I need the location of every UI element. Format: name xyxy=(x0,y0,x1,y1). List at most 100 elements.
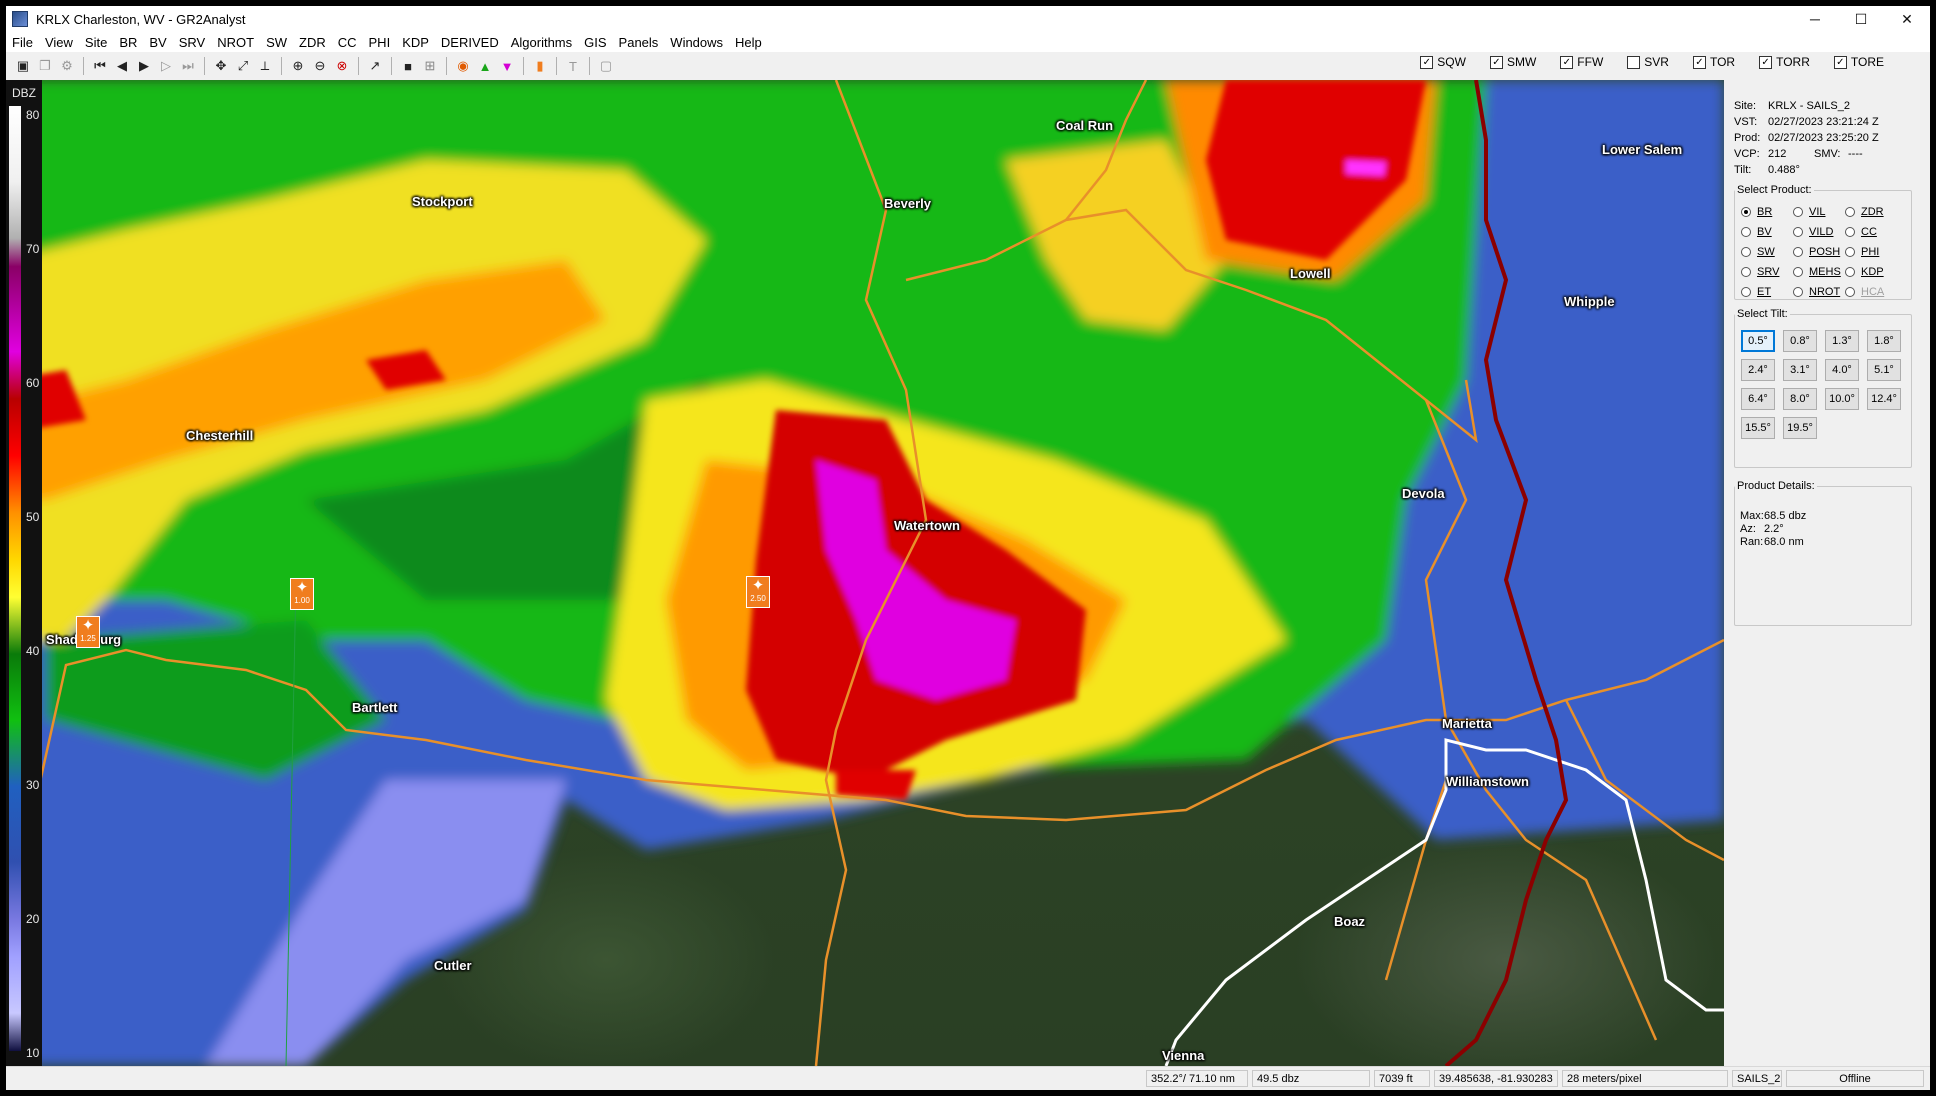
text-icon[interactable]: T xyxy=(564,57,582,75)
toggle-tore[interactable]: ✓ TORE xyxy=(1833,55,1884,69)
radio-srv[interactable]: SRV xyxy=(1741,266,1779,278)
checkbox-icon[interactable]: ✓ xyxy=(1489,55,1503,69)
menu-kdp[interactable]: KDP xyxy=(396,35,435,50)
menu-srv[interactable]: SRV xyxy=(173,35,212,50)
menu-sw[interactable]: SW xyxy=(260,35,293,50)
radio-kdp[interactable]: KDP xyxy=(1845,266,1884,278)
open-file-icon[interactable]: ▣ xyxy=(14,57,32,75)
layers-icon[interactable]: ▢ xyxy=(597,57,615,75)
hail-marker[interactable]: ✦ 1.00 xyxy=(290,578,314,610)
tilt-button[interactable]: 1.3° xyxy=(1825,330,1859,352)
prod-row: Prod: 02/27/2023 23:25:20 Z xyxy=(1734,132,1879,144)
pointer-icon[interactable]: ↗ xyxy=(366,57,384,75)
menu-help[interactable]: Help xyxy=(729,35,768,50)
menu-file[interactable]: File xyxy=(6,35,39,50)
radio-posh[interactable]: POSH xyxy=(1793,246,1840,258)
toggle-torr[interactable]: ✓ TORR xyxy=(1759,55,1810,69)
menu-view[interactable]: View xyxy=(39,35,79,50)
tilt-button[interactable]: 2.4° xyxy=(1741,359,1775,381)
tilt-button[interactable]: 0.8° xyxy=(1783,330,1817,352)
tilt-button[interactable]: 10.0° xyxy=(1825,388,1859,410)
select-tilt-legend: Select Tilt: xyxy=(1737,308,1788,320)
radio-cc[interactable]: CC xyxy=(1845,226,1877,238)
radio-vild[interactable]: VILD xyxy=(1793,226,1833,238)
tilt-button[interactable]: 3.1° xyxy=(1783,359,1817,381)
radio-mehs[interactable]: MEHS xyxy=(1793,266,1841,278)
tornado-icon[interactable]: ▼ xyxy=(498,57,516,75)
cross-section-icon[interactable]: ⟂ xyxy=(256,57,274,75)
tilt-button[interactable]: 4.0° xyxy=(1825,359,1859,381)
warning-toggles: ✓ SQW ✓ SMW ✓ FFW SVR ✓ TOR ✓ TORR ✓ TORE xyxy=(1396,55,1884,69)
skip-back-icon[interactable]: ⏮ xyxy=(91,57,109,75)
radio-dot-icon xyxy=(1741,247,1751,257)
radar-map[interactable]: DBZ 80 70 60 50 40 30 20 10 Coal Run Low… xyxy=(6,80,1724,1066)
zoom-out-icon[interactable]: ⊖ xyxy=(311,57,329,75)
play-icon[interactable]: ▶ xyxy=(135,57,153,75)
checkbox-icon[interactable] xyxy=(1627,55,1641,69)
menu-algorithms[interactable]: Algorithms xyxy=(505,35,578,50)
toggle-smw[interactable]: ✓ SMW xyxy=(1489,55,1536,69)
radio-br[interactable]: BR xyxy=(1741,206,1772,218)
maximize-button[interactable]: ☐ xyxy=(1838,6,1884,32)
grid-icon[interactable]: ⊞ xyxy=(421,57,439,75)
radio-zdr[interactable]: ZDR xyxy=(1845,206,1884,218)
hail-marker[interactable]: ✦ 2.50 xyxy=(746,576,770,608)
hail-marker[interactable]: ✦ 1.25 xyxy=(76,616,100,648)
pan-icon[interactable]: ✥ xyxy=(212,57,230,75)
tilt-button[interactable]: 6.4° xyxy=(1741,388,1775,410)
menu-phi[interactable]: PHI xyxy=(363,35,397,50)
storm-track-icon[interactable]: ◉ xyxy=(454,57,472,75)
ran-row: Ran:68.0 nm xyxy=(1740,536,1804,548)
marker-icon[interactable]: ▮ xyxy=(531,57,549,75)
tilt-button[interactable]: 0.5° xyxy=(1741,330,1775,352)
toggle-svr[interactable]: SVR xyxy=(1627,55,1669,69)
settings-icon[interactable]: ⚙ xyxy=(58,57,76,75)
menu-derived[interactable]: DERIVED xyxy=(435,35,505,50)
skip-forward-icon[interactable]: ⏭ xyxy=(179,57,197,75)
tilt-button[interactable]: 19.5° xyxy=(1783,417,1817,439)
checkbox-icon[interactable]: ✓ xyxy=(1759,55,1773,69)
menu-zdr[interactable]: ZDR xyxy=(293,35,332,50)
checkbox-icon[interactable]: ✓ xyxy=(1692,55,1706,69)
toggle-sqw[interactable]: ✓ SQW xyxy=(1420,55,1466,69)
menu-br[interactable]: BR xyxy=(113,35,143,50)
checkbox-icon[interactable]: ✓ xyxy=(1560,55,1574,69)
tilt-button[interactable]: 12.4° xyxy=(1867,388,1901,410)
status-height: 7039 ft xyxy=(1374,1070,1430,1087)
radio-sw[interactable]: SW xyxy=(1741,246,1775,258)
minimize-button[interactable]: ─ xyxy=(1792,6,1838,32)
checkbox-icon[interactable]: ✓ xyxy=(1420,55,1434,69)
tilt-button[interactable]: 8.0° xyxy=(1783,388,1817,410)
menu-gis[interactable]: GIS xyxy=(578,35,612,50)
menu-bv[interactable]: BV xyxy=(143,35,172,50)
menu-panels[interactable]: Panels xyxy=(613,35,665,50)
stop-icon[interactable]: ■ xyxy=(399,57,417,75)
step-back-icon[interactable]: ◀ xyxy=(113,57,131,75)
menu-site[interactable]: Site xyxy=(79,35,113,50)
copy-icon[interactable]: ❐ xyxy=(36,57,54,75)
menu-cc[interactable]: CC xyxy=(332,35,363,50)
radio-bv[interactable]: BV xyxy=(1741,226,1772,238)
site-label: Site: xyxy=(1734,100,1757,112)
tilt-button[interactable]: 1.8° xyxy=(1867,330,1901,352)
radio-vil[interactable]: VIL xyxy=(1793,206,1826,218)
tilt-button[interactable]: 15.5° xyxy=(1741,417,1775,439)
radio-dot-icon xyxy=(1793,247,1803,257)
colorbar-label: 50 xyxy=(26,510,40,524)
toggle-tor[interactable]: ✓ TOR xyxy=(1692,55,1735,69)
measure-icon[interactable]: ⤢ xyxy=(234,57,252,75)
close-button[interactable]: ✕ xyxy=(1884,6,1930,32)
menu-nrot[interactable]: NROT xyxy=(211,35,260,50)
zoom-reset-icon[interactable]: ⊗ xyxy=(333,57,351,75)
radio-phi[interactable]: PHI xyxy=(1845,246,1879,258)
radio-et[interactable]: ET xyxy=(1741,286,1771,298)
menu-windows[interactable]: Windows xyxy=(664,35,729,50)
window-title: KRLX Charleston, WV - GR2Analyst xyxy=(36,11,246,27)
radio-nrot[interactable]: NROT xyxy=(1793,286,1840,298)
hail-icon[interactable]: ▲ xyxy=(476,57,494,75)
tilt-button[interactable]: 5.1° xyxy=(1867,359,1901,381)
checkbox-icon[interactable]: ✓ xyxy=(1833,55,1847,69)
step-forward-icon[interactable]: ▷ xyxy=(157,57,175,75)
zoom-in-icon[interactable]: ⊕ xyxy=(289,57,307,75)
toggle-ffw[interactable]: ✓ FFW xyxy=(1560,55,1603,69)
